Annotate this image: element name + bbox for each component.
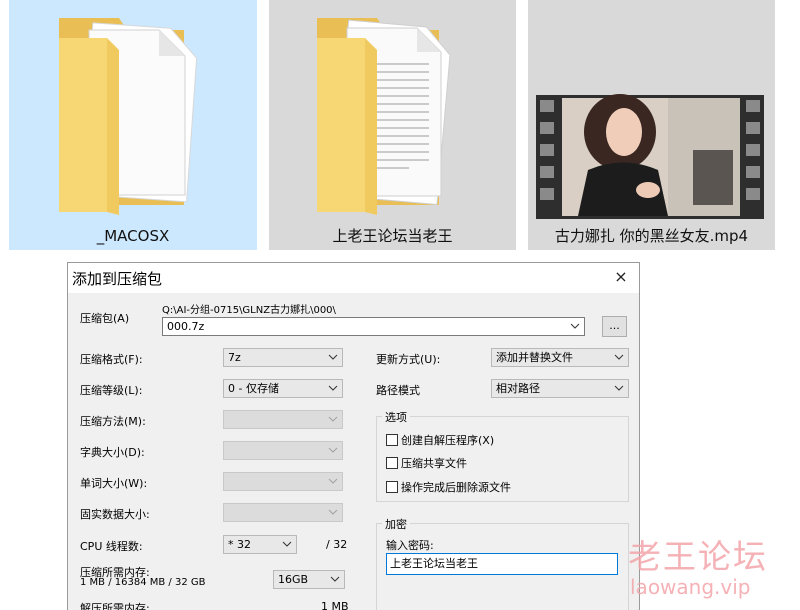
chevron-down-icon bbox=[327, 473, 339, 490]
file-tile-folder[interactable]: 上老王论坛当老王 bbox=[269, 0, 516, 250]
folder-icon bbox=[269, 0, 516, 224]
chevron-down-icon bbox=[327, 349, 339, 366]
solid-label: 固实数据大小: bbox=[80, 508, 150, 521]
chevron-down-icon bbox=[613, 349, 625, 366]
update-select[interactable]: 添加并替换文件 bbox=[491, 348, 629, 367]
watermark-text: 老王论坛 bbox=[628, 537, 768, 576]
delete-label: 操作完成后删除源文件 bbox=[401, 481, 511, 494]
watermark-url: laowang.vip bbox=[630, 575, 751, 599]
level-select[interactable]: 0 - 仅存储 bbox=[223, 379, 343, 398]
password-value: 上老王论坛当老王 bbox=[390, 557, 478, 570]
chevron-down-icon bbox=[327, 411, 339, 428]
chevron-down-icon bbox=[281, 536, 293, 553]
browse-button[interactable]: ... bbox=[602, 316, 627, 337]
cpu-label: CPU 线程数: bbox=[80, 540, 143, 553]
update-label: 更新方式(U): bbox=[376, 353, 441, 366]
sfx-label: 创建自解压程序(X) bbox=[401, 434, 495, 447]
format-label: 压缩格式(F): bbox=[80, 353, 143, 366]
mem-decompress-value: 1 MB bbox=[321, 600, 349, 610]
close-icon[interactable]: × bbox=[611, 267, 631, 286]
method-label: 压缩方法(M): bbox=[80, 415, 146, 428]
path-label: 路径模式 bbox=[376, 384, 420, 397]
file-name: 古力娜扎 你的黑丝女友.mp4 bbox=[554, 227, 749, 245]
file-name: _MACOSX bbox=[96, 227, 170, 245]
folder-icon bbox=[9, 0, 257, 224]
mem-limit-value: 16GB bbox=[278, 573, 309, 586]
file-name: 上老王论坛当老王 bbox=[332, 227, 453, 245]
chevron-down-icon bbox=[613, 380, 625, 397]
sfx-checkbox[interactable] bbox=[386, 434, 398, 446]
mem-compress-detail: 1 MB / 16384 MB / 32 GB bbox=[80, 577, 206, 588]
archive-path: Q:\AI-分组-0715\GLNZ古力娜扎\000\ bbox=[162, 305, 336, 316]
add-to-archive-dialog: 添加到压缩包 × 压缩包(A) Q:\AI-分组-0715\GLNZ古力娜扎\0… bbox=[67, 262, 640, 610]
word-label: 单词大小(W): bbox=[80, 477, 148, 490]
dict-label: 字典大小(D): bbox=[80, 446, 145, 459]
mem-decompress-label: 解压所需内存: bbox=[80, 602, 150, 610]
level-value: 0 - 仅存储 bbox=[228, 382, 279, 395]
update-value: 添加并替换文件 bbox=[496, 351, 573, 364]
cpu-total: / 32 bbox=[326, 538, 348, 551]
archive-name-value: 000.7z bbox=[167, 320, 205, 333]
file-tile-macosx[interactable]: _MACOSX bbox=[9, 0, 257, 250]
dict-select bbox=[223, 441, 343, 460]
path-value: 相对路径 bbox=[496, 382, 540, 395]
archive-name-input[interactable]: 000.7z bbox=[162, 317, 585, 336]
level-label: 压缩等级(L): bbox=[80, 384, 143, 397]
cpu-value: * 32 bbox=[228, 538, 251, 551]
solid-select bbox=[223, 503, 343, 522]
chevron-down-icon bbox=[327, 380, 339, 397]
delete-checkbox[interactable] bbox=[386, 481, 398, 493]
dialog-titlebar: 添加到压缩包 × bbox=[68, 263, 639, 293]
options-title: 选项 bbox=[382, 409, 410, 425]
shared-label: 压缩共享文件 bbox=[401, 457, 467, 470]
word-select bbox=[223, 472, 343, 491]
cpu-select[interactable]: * 32 bbox=[223, 535, 297, 554]
path-select[interactable]: 相对路径 bbox=[491, 379, 629, 398]
encrypt-title: 加密 bbox=[382, 516, 410, 532]
sfx-checkbox-row[interactable]: 创建自解压程序(X) bbox=[386, 432, 495, 447]
mem-limit-select[interactable]: 16GB bbox=[273, 570, 345, 589]
password-input[interactable]: 上老王论坛当老王 bbox=[386, 553, 618, 575]
chevron-down-icon bbox=[329, 571, 341, 588]
video-thumbnail bbox=[528, 0, 775, 224]
password-label: 输入密码: bbox=[386, 539, 434, 552]
chevron-down-icon bbox=[327, 504, 339, 521]
chevron-down-icon[interactable] bbox=[569, 318, 581, 335]
format-select[interactable]: 7z bbox=[223, 348, 343, 367]
shared-checkbox[interactable] bbox=[386, 457, 398, 469]
file-tile-video[interactable]: 古力娜扎 你的黑丝女友.mp4 bbox=[528, 0, 775, 250]
dialog-title: 添加到压缩包 bbox=[72, 270, 163, 288]
delete-checkbox-row[interactable]: 操作完成后删除源文件 bbox=[386, 479, 511, 494]
shared-checkbox-row[interactable]: 压缩共享文件 bbox=[386, 455, 467, 470]
archive-label: 压缩包(A) bbox=[80, 312, 130, 325]
format-value: 7z bbox=[228, 351, 241, 364]
method-select bbox=[223, 410, 343, 429]
chevron-down-icon bbox=[327, 442, 339, 459]
